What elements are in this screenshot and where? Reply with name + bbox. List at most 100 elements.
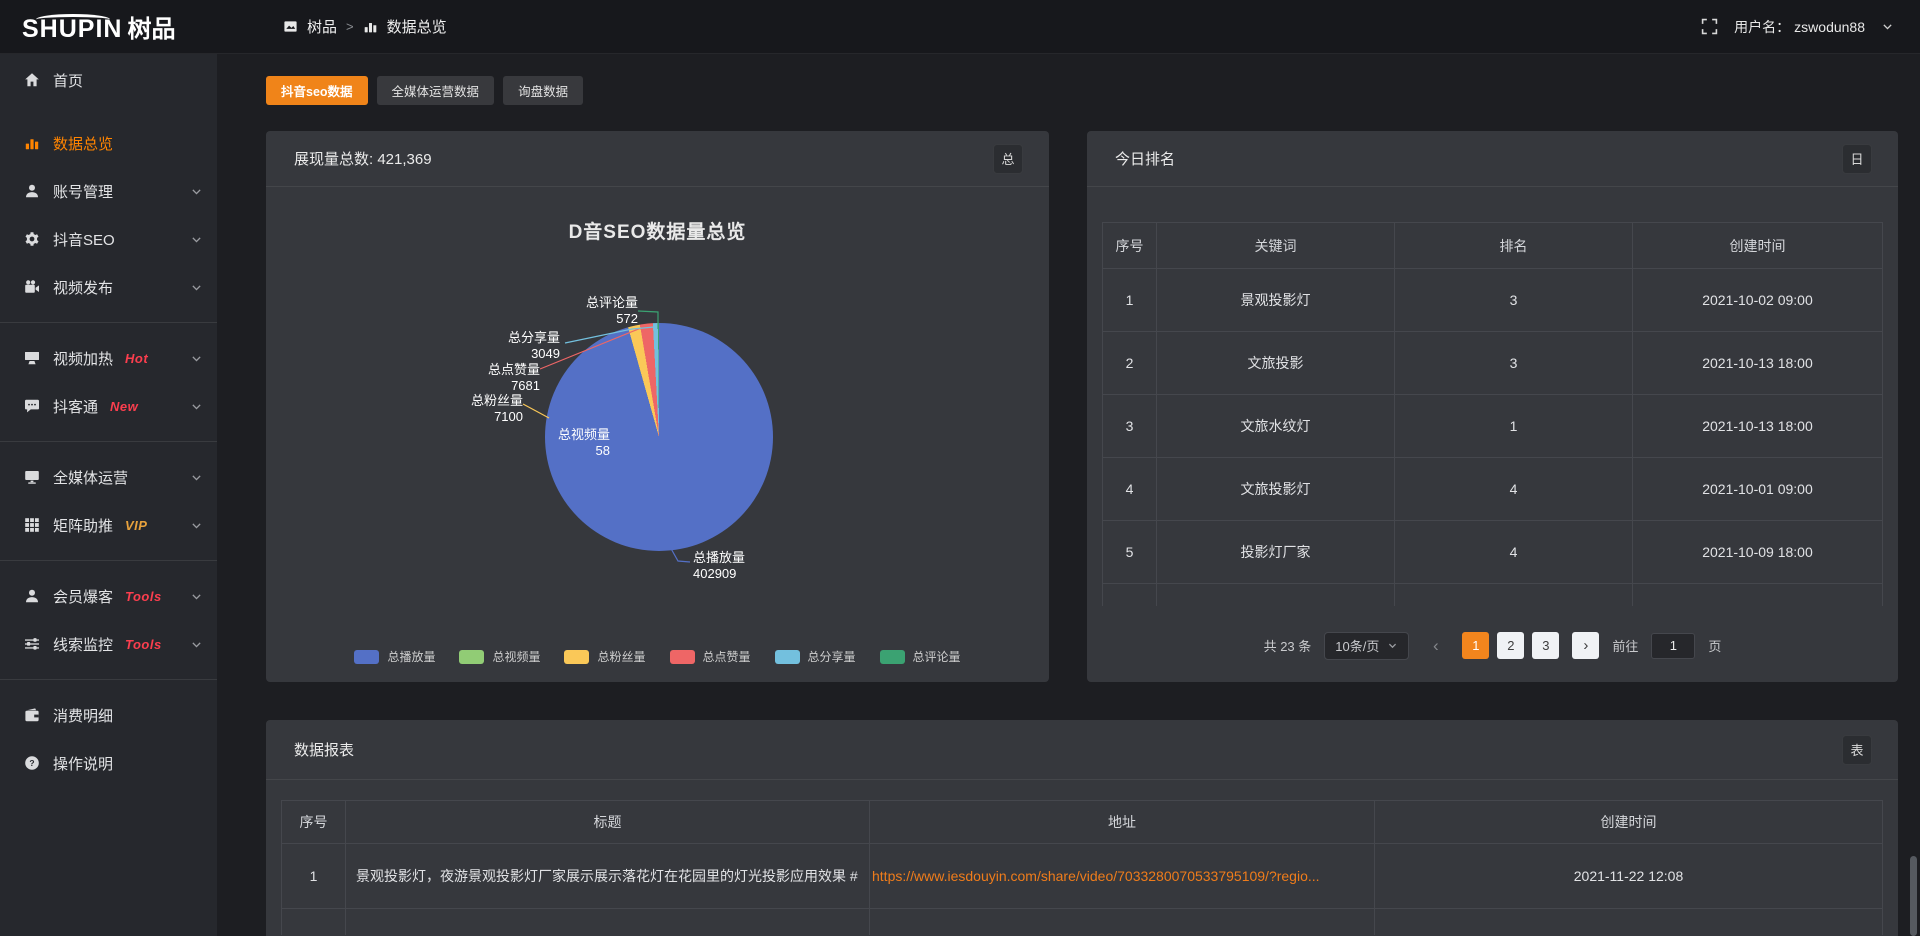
table-cell: 3 <box>1395 332 1633 395</box>
chevron-down-icon <box>190 233 203 246</box>
sidebar-item-home[interactable]: 首页 <box>0 56 217 104</box>
sidebar-item-video-heat[interactable]: 视频加热Hot <box>0 334 217 382</box>
table-cell <box>346 909 870 935</box>
table-col-header: 排名 <box>1395 223 1633 269</box>
goto-page-input[interactable] <box>1651 633 1695 659</box>
chevron-down-icon[interactable] <box>1881 20 1894 33</box>
sidebar-item-operation-guide[interactable]: ?操作说明 <box>0 739 217 787</box>
legend-marker <box>354 650 379 664</box>
bar-chart-icon <box>363 19 378 34</box>
table-cell: 景观投影灯，夜游景观投影灯厂家展示展示落花灯在花园里的灯光投影应用效果 # <box>346 844 870 909</box>
legend-marker <box>670 650 695 664</box>
breadcrumb-current: 数据总览 <box>387 16 447 37</box>
sidebar-item-matrix-boost[interactable]: 矩阵助推VIP <box>0 501 217 549</box>
logo-text-cn: 树品 <box>127 9 175 44</box>
sidebar-item-douyin-seo[interactable]: 抖音SEO <box>0 215 217 263</box>
logo-arc <box>36 14 110 25</box>
pie-label-name: 总播放量 <box>693 550 745 566</box>
legend-label: 总粉丝量 <box>597 648 645 665</box>
table-cell: 2 <box>1103 332 1157 395</box>
username-value[interactable]: zswodun88 <box>1794 19 1865 35</box>
legend-item[interactable]: 总分享量 <box>775 648 856 665</box>
table-row: 1景观投影灯32021-10-02 09:00 <box>1103 269 1883 332</box>
tab-media-operation-data[interactable]: 全媒体运营数据 <box>377 76 495 105</box>
next-page-button[interactable]: › <box>1572 632 1599 659</box>
fullscreen-icon[interactable] <box>1701 18 1718 35</box>
page-number-1[interactable]: 1 <box>1462 632 1489 659</box>
sidebar-item-consume-detail[interactable]: 消费明细 <box>0 691 217 739</box>
legend-item[interactable]: 总播放量 <box>354 648 435 665</box>
right-panel-header: 今日排名 日 <box>1087 131 1898 187</box>
page-size-select[interactable]: 10条/页 <box>1324 632 1409 660</box>
breadcrumb-separator: > <box>346 19 354 34</box>
legend-item[interactable]: 总视频量 <box>459 648 540 665</box>
legend-item[interactable]: 总粉丝量 <box>564 648 645 665</box>
pie-label-1: 总视频量58 <box>542 427 610 459</box>
day-view-button[interactable]: 日 <box>1842 144 1872 174</box>
table-cell: 4 <box>1395 458 1633 521</box>
total-view-button[interactable]: 总 <box>993 144 1023 174</box>
breadcrumb-root[interactable]: 树品 <box>307 16 337 37</box>
video-camera-icon <box>24 279 40 295</box>
sidebar-item-clue-monitor[interactable]: 线索监控Tools <box>0 620 217 668</box>
brand-logo: SHUPIN 树品 <box>0 9 217 44</box>
legend-item[interactable]: 总点赞量 <box>670 648 751 665</box>
table-row: 1景观投影灯，夜游景观投影灯厂家展示展示落花灯在花园里的灯光投影应用效果 #ht… <box>282 844 1883 909</box>
table-header-row: 序号关键词排名创建时间 <box>1103 223 1883 269</box>
page-number-3[interactable]: 3 <box>1532 632 1559 659</box>
table-cell: 1 <box>282 844 346 909</box>
grid-icon <box>24 517 40 533</box>
sidebar-item-media-operation[interactable]: 全媒体运营 <box>0 453 217 501</box>
sidebar-item-member-baoke[interactable]: 会员爆客Tools <box>0 572 217 620</box>
impressions-total-label: 展现量总数: 421,369 <box>294 148 432 169</box>
table-cell: 2021-11-22 12:08 <box>1375 844 1883 909</box>
table-cell: 景观投影灯 <box>1157 269 1395 332</box>
goto-suffix: 页 <box>1708 636 1721 655</box>
chart-title: D音SEO数据量总览 <box>266 217 1049 244</box>
sidebar: 首页数据总览账号管理抖音SEO 视频发布视频加热Hot抖客通New 全媒体运营矩阵助… <box>0 54 217 936</box>
person-icon <box>24 588 40 604</box>
sidebar-item-label: 视频发布 <box>53 277 113 298</box>
table-cell <box>1103 584 1157 606</box>
table-cell <box>1395 584 1633 606</box>
legend-item[interactable]: 总评论量 <box>880 648 961 665</box>
sidebar-item-douketong[interactable]: 抖客通New <box>0 382 217 430</box>
table-cell <box>282 909 346 935</box>
table-cell: 4 <box>1103 458 1157 521</box>
pie-label-value: 402909 <box>693 566 745 582</box>
pie-label-name: 总分享量 <box>498 330 560 346</box>
legend-label: 总评论量 <box>913 648 961 665</box>
prev-page-button[interactable]: ‹ <box>1422 632 1449 659</box>
sidebar-badge: Tools <box>125 589 162 604</box>
pie-label-name: 总评论量 <box>576 295 638 311</box>
table-view-button[interactable]: 表 <box>1842 735 1872 765</box>
data-source-tabs: 抖音seo数据全媒体运营数据询盘数据 <box>266 76 1898 105</box>
sidebar-badge: Hot <box>125 351 148 366</box>
sidebar-item-data-overview[interactable]: 数据总览 <box>0 119 217 167</box>
pie-label-4: 总分享量3049 <box>498 330 560 362</box>
table-cell-link[interactable]: https://www.iesdouyin.com/share/video/70… <box>870 844 1375 909</box>
table-cell: 5 <box>1103 521 1157 584</box>
tab-inquiry-data[interactable]: 询盘数据 <box>503 76 583 105</box>
table-cell: 2021-10-13 18:00 <box>1633 395 1883 458</box>
report-panel-header: 数据报表 表 <box>266 720 1898 780</box>
scrollbar-thumb[interactable] <box>1910 856 1917 936</box>
table-cell: 2021-10-01 09:00 <box>1633 458 1883 521</box>
pie-chart: D音SEO数据量总览 总播放量402909总视频量58总粉丝量7100总点赞量7… <box>266 187 1049 681</box>
pagination: 共 23 条 10条/页 ‹ 123 › 前往 页 <box>1087 632 1898 660</box>
today-rank-title: 今日排名 <box>1115 148 1175 169</box>
legend-label: 总视频量 <box>492 648 540 665</box>
top-header: SHUPIN 树品 树品 > 数据总览 用户名： zswodun88 <box>0 0 1920 54</box>
pie-label-3: 总点赞量7681 <box>470 362 540 394</box>
legend-label: 总点赞量 <box>703 648 751 665</box>
table-col-header: 创建时间 <box>1633 223 1883 269</box>
pie-label-name: 总点赞量 <box>470 362 540 378</box>
sidebar-item-video-publish[interactable]: 视频发布 <box>0 263 217 311</box>
page-number-2[interactable]: 2 <box>1497 632 1524 659</box>
table-col-header: 标题 <box>346 801 870 844</box>
tab-douyin-seo-data[interactable]: 抖音seo数据 <box>266 76 368 105</box>
table-cell: 2021-10-13 18:00 <box>1633 332 1883 395</box>
chevron-down-icon <box>190 281 203 294</box>
sidebar-item-account-manage[interactable]: 账号管理 <box>0 167 217 215</box>
chevron-down-icon <box>190 519 203 532</box>
